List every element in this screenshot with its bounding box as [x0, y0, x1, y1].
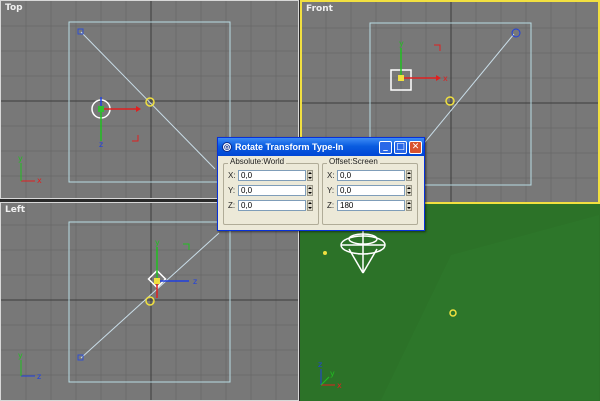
close-button[interactable]: ✕	[409, 140, 422, 154]
offset-y-spinner[interactable]	[406, 185, 412, 196]
axis-label-x: x	[443, 74, 448, 83]
camera-safe-frame	[68, 221, 231, 383]
axis-label: Z:	[327, 201, 335, 210]
absolute-x-field[interactable]: 0,0	[238, 170, 306, 181]
axis-label-x: x	[37, 176, 42, 185]
transform-center-icon	[445, 96, 455, 106]
absolute-y-spinner[interactable]	[307, 185, 313, 196]
offset-z-field[interactable]: 180	[337, 200, 405, 211]
dialog-title: Rotate Transform Type-In	[235, 142, 344, 152]
viewport-left[interactable]: Left y z z y	[0, 202, 299, 401]
absolute-z-spinner[interactable]	[307, 200, 313, 211]
absolute-z-field[interactable]: 0,0	[238, 200, 306, 211]
offset-z-spinner[interactable]	[406, 200, 412, 211]
maximize-button[interactable]: □	[394, 140, 407, 154]
offset-screen-group: Offset:Screen X: 0,0 Y: 0,0 Z: 180	[322, 157, 418, 225]
offset-x-row: X: 0,0	[327, 170, 412, 181]
rotate-corner-icon	[183, 243, 190, 250]
axis-label-y: y	[18, 351, 23, 360]
absolute-x-row: X: 0,0	[228, 170, 313, 181]
axis-label-x: x	[337, 381, 342, 390]
absolute-x-spinner[interactable]	[307, 170, 313, 181]
camera-line	[80, 232, 220, 359]
viewport-label[interactable]: Left	[5, 205, 25, 215]
axis-label-y: y	[399, 39, 404, 48]
viewport-label[interactable]: Top	[5, 3, 23, 13]
axis-label: Y:	[327, 186, 335, 195]
rotate-corner-icon	[132, 135, 139, 142]
minimize-button[interactable]: _	[379, 140, 392, 154]
group-label: Absolute:World	[228, 157, 287, 166]
axis-label-z: z	[99, 140, 103, 149]
viewport-label[interactable]: Front	[306, 4, 333, 14]
viewport-perspective[interactable]: x z y	[300, 204, 600, 401]
axis-label: Y:	[228, 186, 236, 195]
absolute-world-group: Absolute:World X: 0,0 Y: 0,0 Z: 0,0	[223, 157, 319, 225]
axis-label-z: z	[193, 277, 197, 286]
transform-center-icon	[145, 296, 155, 306]
dialog-titlebar[interactable]: ◎ Rotate Transform Type-In _ □ ✕	[218, 138, 424, 156]
offset-x-spinner[interactable]	[406, 170, 412, 181]
axis-label-y: y	[18, 154, 23, 163]
camera-target-icon	[511, 28, 521, 38]
offset-y-row: Y: 0,0	[327, 185, 412, 196]
axis-label: X:	[228, 171, 236, 180]
axis-label-z: z	[318, 360, 322, 369]
grid	[1, 203, 298, 400]
absolute-y-row: Y: 0,0	[228, 185, 313, 196]
absolute-y-field[interactable]: 0,0	[238, 185, 306, 196]
rotate-transform-dialog[interactable]: ◎ Rotate Transform Type-In _ □ ✕ Absolut…	[217, 137, 425, 231]
axis-label-y: y	[155, 238, 160, 247]
rotate-corner-icon	[434, 44, 441, 51]
axis-label-y: y	[330, 369, 335, 378]
axis-label-z: z	[37, 372, 41, 381]
target-marker-icon	[323, 251, 327, 255]
axis-label: X:	[327, 171, 335, 180]
group-label: Offset:Screen	[327, 157, 380, 166]
absolute-z-row: Z: 0,0	[228, 200, 313, 211]
offset-x-field[interactable]: 0,0	[337, 170, 405, 181]
app-icon: ◎	[222, 142, 232, 152]
offset-y-field[interactable]: 0,0	[337, 185, 405, 196]
offset-z-row: Z: 180	[327, 200, 412, 211]
axis-label: Z:	[228, 201, 236, 210]
